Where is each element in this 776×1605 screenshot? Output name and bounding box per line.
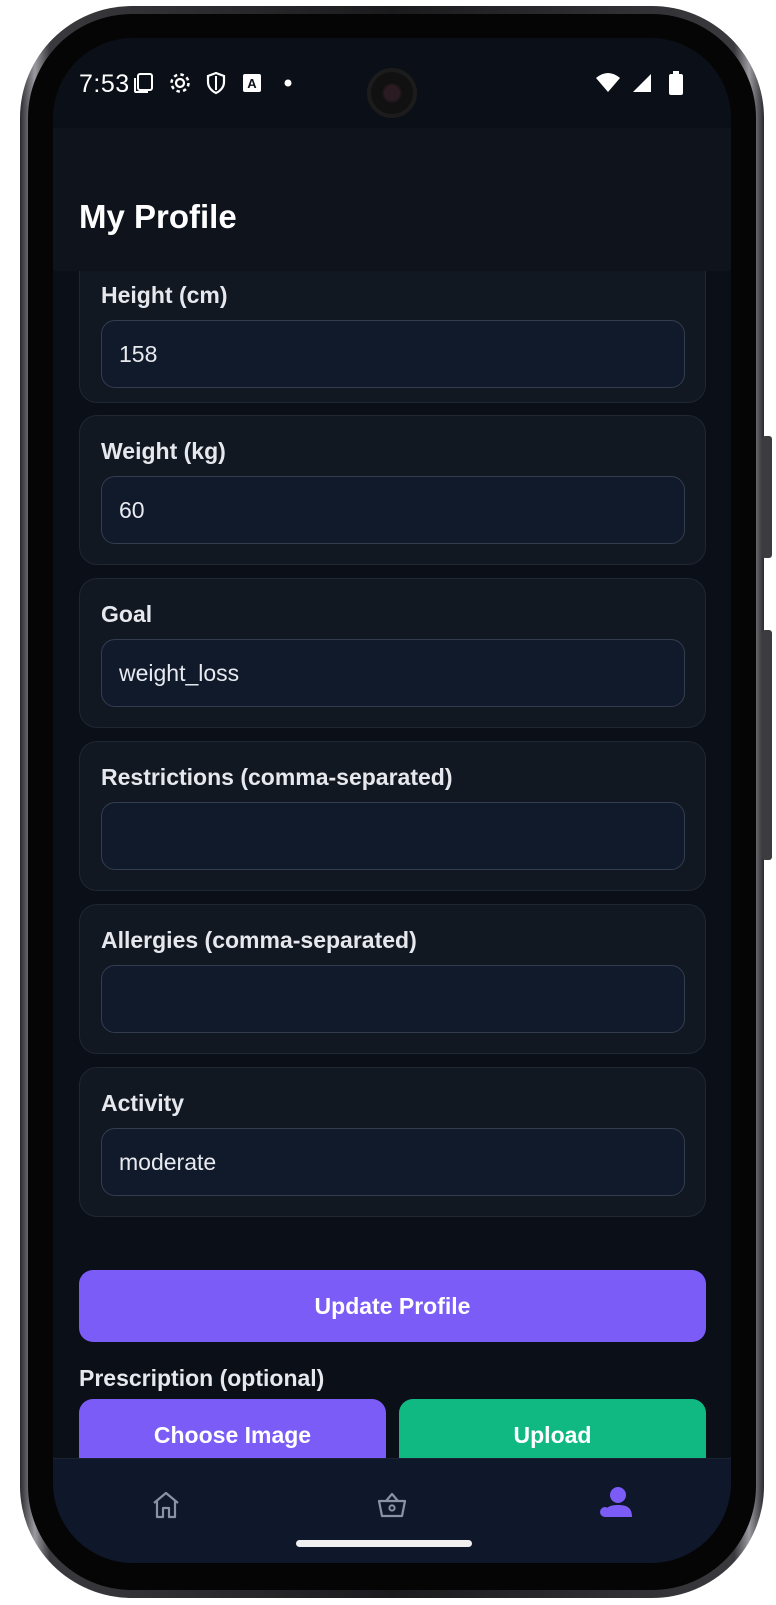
svg-text:A: A (247, 76, 257, 91)
restrictions-input[interactable] (101, 802, 685, 870)
nav-profile[interactable] (505, 1467, 731, 1547)
weight-card: Weight (kg) 60 (79, 415, 706, 565)
status-bar: 7:53 A (53, 38, 731, 128)
nav-home[interactable] (53, 1467, 279, 1547)
status-icons-left: A (131, 70, 301, 96)
home-indicator[interactable] (296, 1540, 472, 1547)
allergies-card: Allergies (comma-separated) (79, 904, 706, 1054)
status-time: 7:53 (79, 70, 130, 98)
goal-input[interactable]: weight_loss (101, 639, 685, 707)
volume-button (762, 436, 772, 558)
weight-input[interactable]: 60 (101, 476, 685, 544)
goal-card: Goal weight_loss (79, 578, 706, 728)
settings-icon (167, 70, 193, 96)
signal-icon (629, 70, 655, 96)
goal-label: Goal (101, 601, 153, 627)
screenshot-icon (131, 70, 157, 96)
prescription-label: Prescription (optional) (79, 1365, 325, 1391)
nav-basket[interactable] (279, 1467, 505, 1547)
weight-label: Weight (kg) (101, 438, 226, 464)
profile-form[interactable]: Height (cm) 158 Weight (kg) 60 Goal weig… (53, 271, 731, 1495)
height-card: Height (cm) 158 (79, 271, 706, 403)
activity-input[interactable]: moderate (101, 1128, 685, 1196)
activity-card: Activity moderate (79, 1067, 706, 1217)
battery-icon (663, 70, 689, 96)
bottom-nav (53, 1458, 731, 1563)
basket-icon (376, 1489, 408, 1526)
restrictions-label: Restrictions (comma-separated) (101, 764, 453, 790)
dot-icon (275, 70, 301, 96)
power-button (762, 630, 772, 860)
height-label: Height (cm) (101, 282, 228, 308)
activity-label: Activity (101, 1090, 185, 1116)
allergies-label: Allergies (comma-separated) (101, 927, 417, 953)
front-camera (367, 68, 417, 118)
height-input[interactable]: 158 (101, 320, 685, 388)
wifi-icon (595, 70, 621, 96)
app-header: My Profile (53, 128, 731, 271)
status-icons-right (595, 70, 689, 96)
screen: 7:53 A My Profile Height (cm) 158 Weight… (53, 38, 731, 1563)
page-title: My Profile (79, 198, 237, 235)
home-icon (150, 1489, 182, 1526)
update-profile-button[interactable]: Update Profile (79, 1270, 706, 1342)
active-indicator-dot (600, 1507, 610, 1517)
allergies-input[interactable] (101, 965, 685, 1033)
shield-icon (203, 70, 229, 96)
restrictions-card: Restrictions (comma-separated) (79, 741, 706, 891)
keyboard-icon: A (239, 70, 265, 96)
